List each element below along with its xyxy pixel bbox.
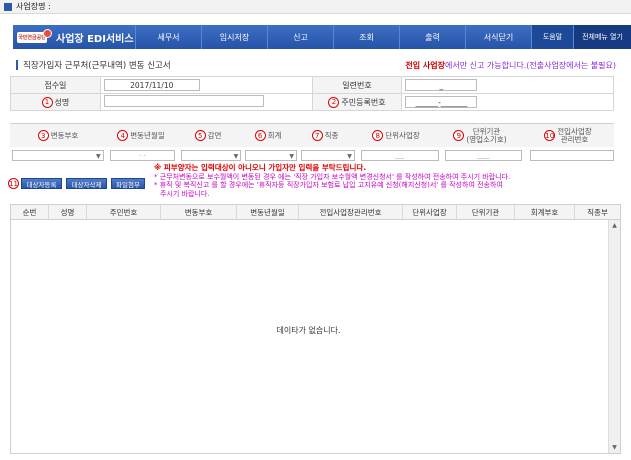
chevron-down-icon: ▼ (289, 152, 295, 160)
scroll-down-icon[interactable]: ▼ (609, 442, 620, 453)
num-badge-6: 6 (254, 130, 266, 141)
grid-col-accounting[interactable]: 회계부호 (515, 205, 575, 219)
grid-col-change-date[interactable]: 변동년월일 (237, 205, 299, 219)
unit-agency-field[interactable]: ____ (444, 149, 523, 161)
change-code-select[interactable]: ▼ (12, 149, 104, 161)
scroll-up-icon[interactable]: ▲ (609, 220, 620, 231)
col-change-date: 변동년월일 (130, 130, 165, 140)
help-button[interactable]: 도움말 (531, 25, 573, 49)
title-marker (16, 60, 18, 70)
action-buttons: 11 대상자등록 대상자삭제 파일첨부 (8, 178, 149, 189)
attach-file-button[interactable]: 파일첨부 (111, 178, 145, 189)
chevron-down-icon: ▼ (233, 152, 239, 160)
notice-text: 전입 사업장에서만 신고 가능합니다.(전출사업장에서는 불필요) (405, 60, 616, 71)
grid-col-rrn[interactable]: 주민번호 (87, 205, 161, 219)
receipt-date-label: 접수일 (10, 76, 101, 94)
menu-report[interactable]: 신고 (267, 25, 333, 49)
num-badge-1: 1 (41, 96, 53, 108)
col-unit-workplace: 단위사업장 (385, 130, 420, 140)
menu-bar: 세무서 임시저장 신고 조회 출력 서식닫기 도움말 전체메뉴 열기 (135, 25, 631, 49)
warning-line-4: 주시기 바랍니다. (160, 189, 210, 198)
col-accounting: 회계 (267, 130, 282, 140)
serial-label: 일련번호 (311, 76, 403, 94)
reduction-select[interactable]: ▼ (181, 149, 242, 161)
rrn-field[interactable]: ______-_______ (405, 96, 478, 108)
detail-headers: 3 변동부호 4 변동년월일 5 감면 6 회계 7 직종 8 단위사업장 9 단위기관 (영… (10, 123, 614, 147)
warning-block: ※ 피부양자는 입력대상이 아니오니 가입자만 입력을 부탁드립니다. * 근무… (154, 163, 624, 198)
window-titlebar: 사업장명 : (0, 0, 631, 14)
accounting-select[interactable]: ▼ (245, 149, 298, 161)
empty-message: 데이타가 없습니다. (276, 326, 341, 335)
brand-name: 사업장 EDI서비스 (56, 33, 134, 45)
brand[interactable]: 국민연금공단 사업장 EDI서비스 (13, 25, 135, 49)
col-reduction: 감면 (207, 130, 222, 140)
num-badge-10: 10 (544, 130, 556, 141)
num-badge-2: 2 (328, 96, 340, 108)
menu-inquiry[interactable]: 조회 (333, 25, 399, 49)
menu-temp-save[interactable]: 임시저장 (201, 25, 267, 49)
serial-field[interactable]: _ (405, 79, 478, 91)
chevron-down-icon: ▼ (347, 152, 352, 160)
all-menu-button[interactable]: 전체메뉴 열기 (573, 25, 631, 49)
occupation-select[interactable]: ▼ (301, 149, 355, 161)
vertical-scrollbar[interactable]: ▲ ▼ (608, 220, 620, 453)
grid-col-transfer-no[interactable]: 전입사업장관리번호 (299, 205, 403, 219)
num-badge-8: 8 (372, 130, 384, 141)
register-button[interactable]: 대상자등록 (21, 178, 62, 189)
grid-col-unit-workplace[interactable]: 단위사업장 (403, 205, 457, 219)
form-table: 접수일 2017/11/10 일련번호 _ 1 성명 2 주민등록번호 ______… (10, 76, 614, 111)
delete-button[interactable]: 대상자삭제 (66, 178, 107, 189)
transfer-mgmt-field[interactable] (530, 149, 614, 161)
name-field[interactable] (103, 95, 264, 107)
col-change-code: 변동부호 (50, 130, 79, 140)
detail-inputs: ▼ - - ▼ ▼ ▼ ___ ____ (10, 148, 614, 162)
page-title: 직장가입자 근무처(근무내역) 변동 신고서 (23, 61, 171, 71)
grid-col-unit-agency[interactable]: 단위기관 (457, 205, 515, 219)
unit-workplace-field[interactable]: ___ (360, 149, 439, 161)
main-nav: 국민연금공단 사업장 EDI서비스 세무서 임시저장 신고 조회 출력 서식닫기… (13, 25, 631, 49)
num-badge-9: 9 (453, 130, 465, 141)
col-transfer-mgmt-no: 전입사업장 관리번호 (557, 126, 592, 144)
logo-badge-icon (43, 28, 52, 38)
col-unit-agency: 단위기관 (영업소기호) (466, 126, 507, 144)
grid-col-occupation[interactable]: 직종부 (575, 205, 620, 219)
num-badge-11: 11 (8, 178, 19, 189)
warning-line-2: * 근무처변동으로 보수월액이 변동된 경우 에는 '직장 가입자 보수월액 변… (154, 172, 511, 181)
num-badge-3: 3 (37, 130, 49, 141)
menu-print[interactable]: 출력 (399, 25, 465, 49)
num-badge-5: 5 (194, 130, 206, 141)
receipt-date-field[interactable]: 2017/11/10 (103, 79, 200, 91)
num-badge-4: 4 (117, 130, 129, 141)
notice-strong: 전입 사업장 (405, 60, 446, 70)
grid-col-name[interactable]: 성명 (49, 205, 87, 219)
grid-col-change-code[interactable]: 변동부호 (161, 205, 237, 219)
data-grid: 순번 성명 주민번호 변동부호 변동년월일 전입사업장관리번호 단위사업장 단위… (10, 204, 621, 454)
window-title: 사업장명 : (16, 2, 51, 11)
num-badge-7: 7 (311, 130, 323, 141)
page-header: 직장가입자 근무처(근무내역) 변동 신고서 전입 사업장에서만 신고 가능합니… (16, 59, 616, 71)
app-icon (4, 2, 12, 11)
menu-close-form[interactable]: 서식닫기 (465, 25, 531, 49)
notice-rest: 에서만 신고 가능합니다.(전출사업장에서는 불필요) (445, 60, 616, 70)
name-label: 성명 (54, 97, 70, 107)
menu-tax-office[interactable]: 세무서 (135, 25, 201, 49)
grid-header: 순번 성명 주민번호 변동부호 변동년월일 전입사업장관리번호 단위사업장 단위… (11, 205, 620, 220)
rrn-label: 주민등록번호 (341, 97, 386, 107)
col-occupation: 직종 (324, 130, 339, 140)
grid-col-seq[interactable]: 순번 (11, 205, 49, 219)
warning-line-3: * 휴직 및 복직신고 를 할 경우에는 '휴직자등 직장가입자 보험료 납입 … (154, 181, 503, 189)
chevron-down-icon: ▼ (96, 152, 101, 160)
change-date-field[interactable]: - - (109, 149, 176, 161)
warning-line-1: ※ 피부양자는 입력대상이 아니오니 가입자만 입력을 부탁드립니다. (154, 163, 367, 172)
